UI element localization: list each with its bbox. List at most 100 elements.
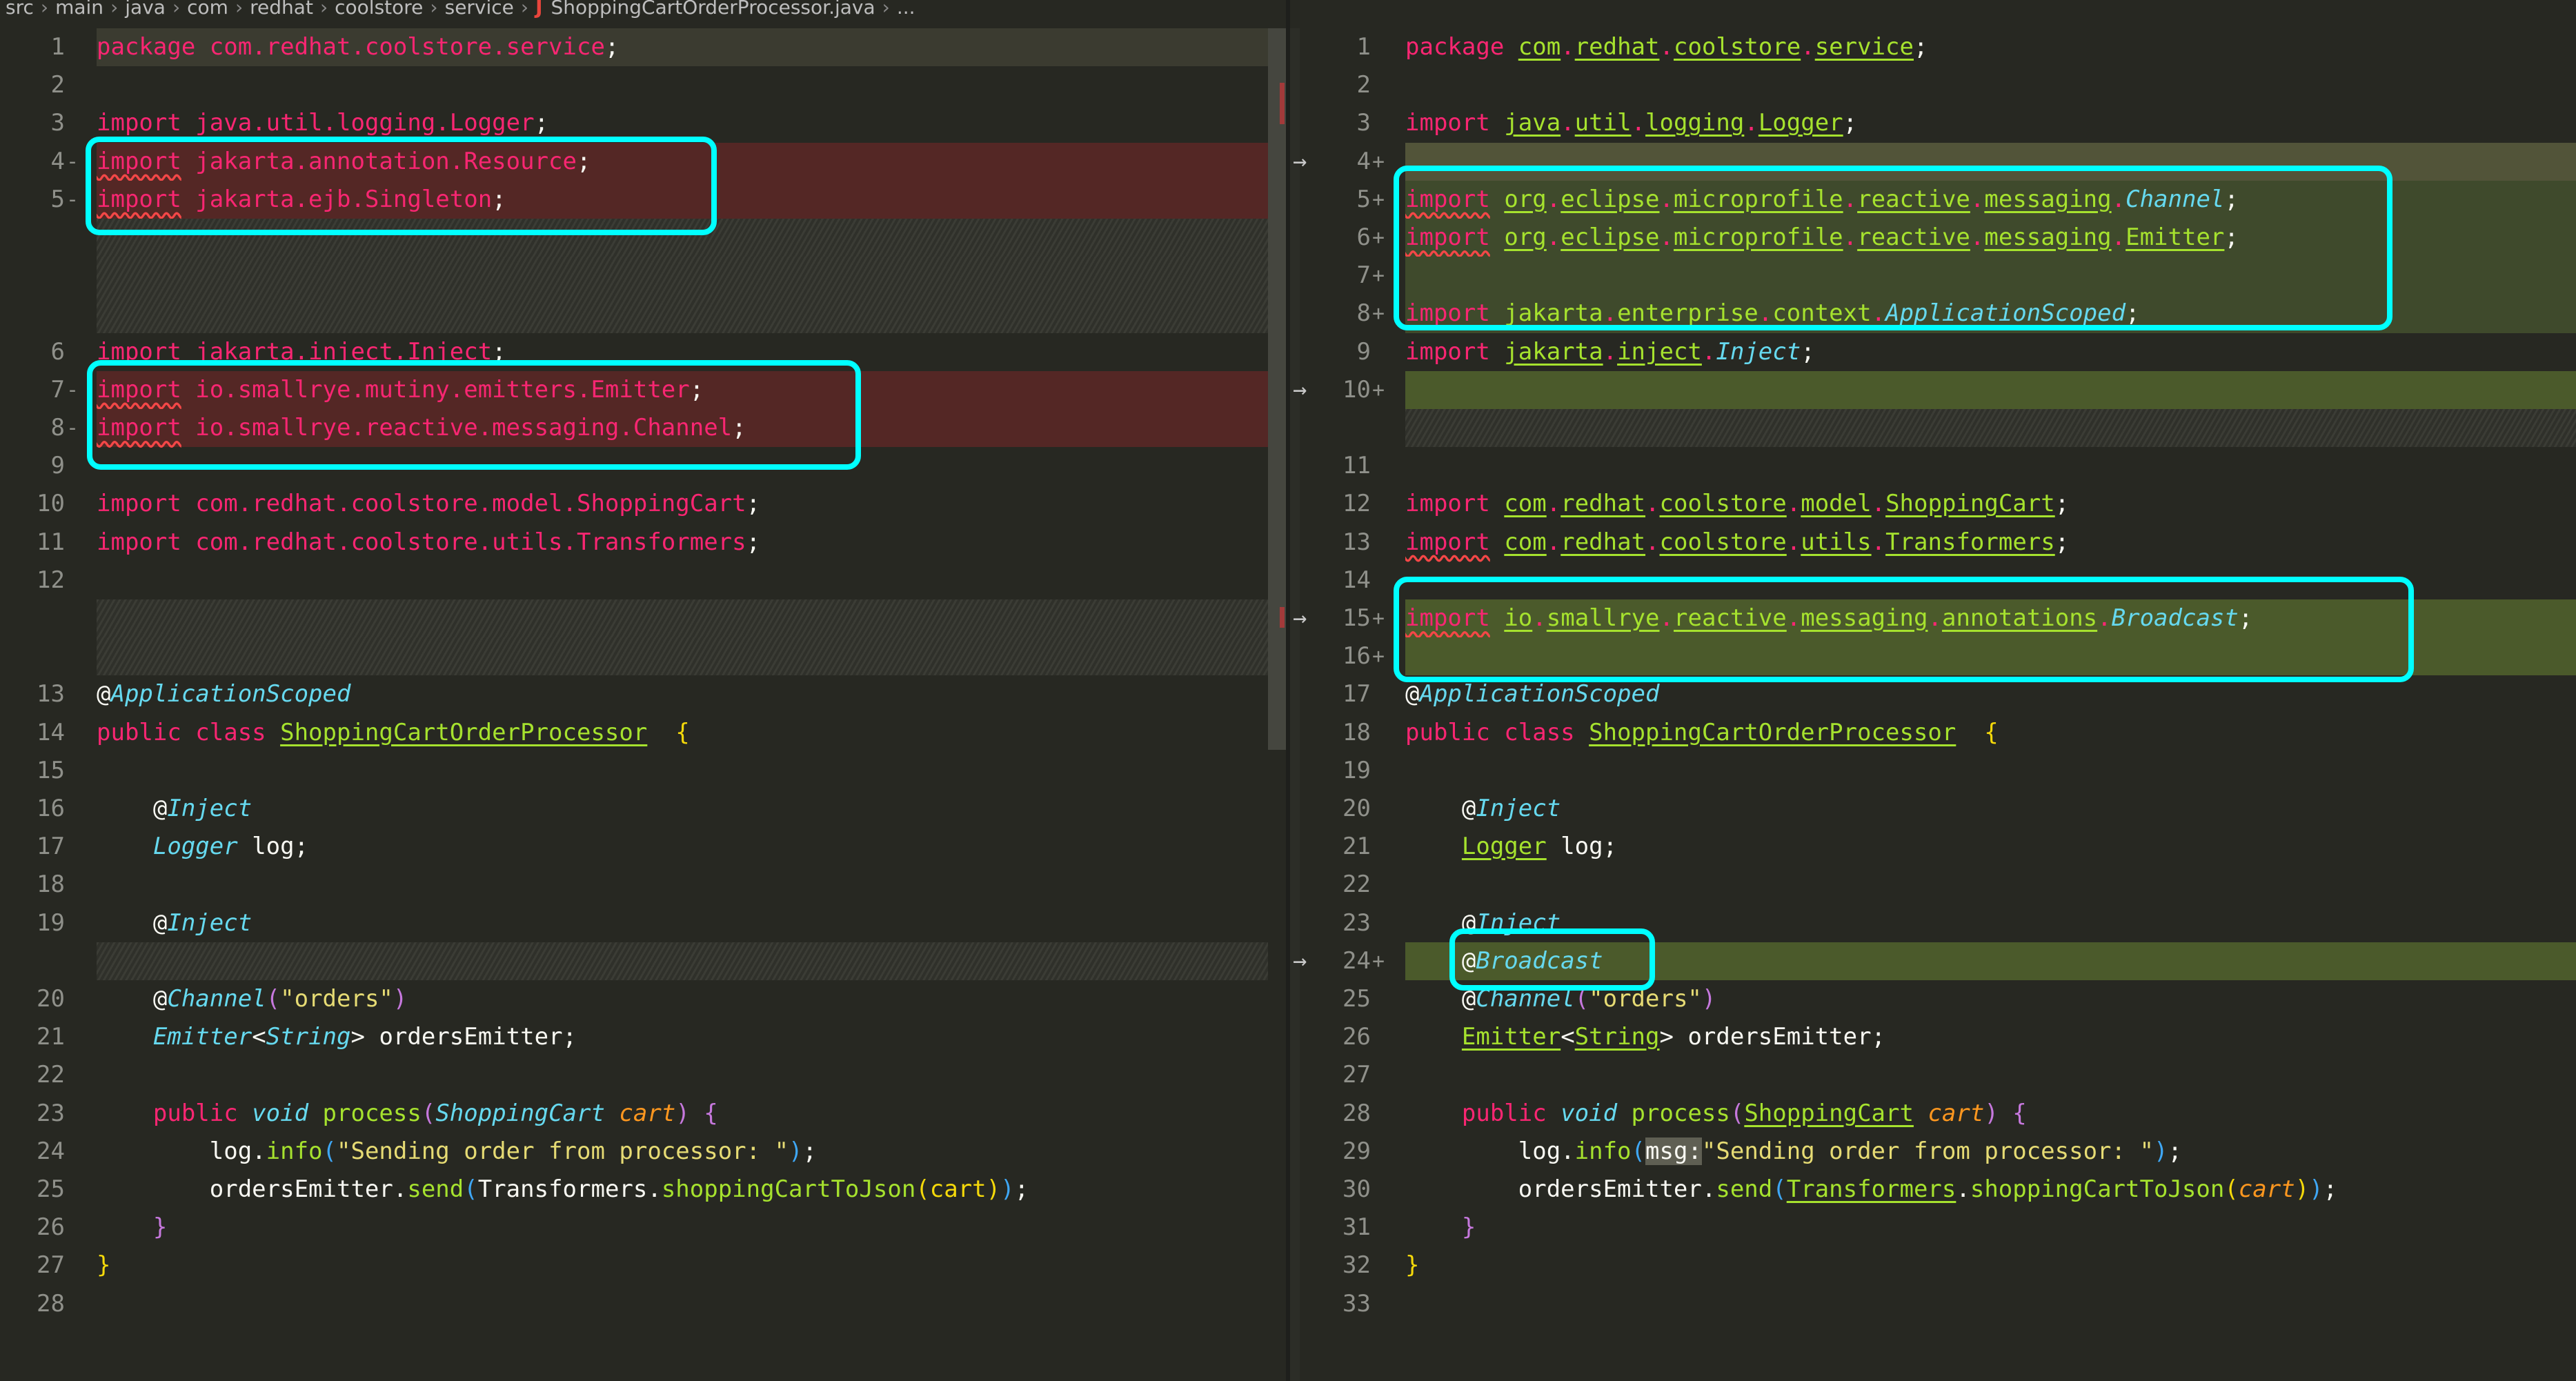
code-text[interactable]: import jakarta.inject.Inject;: [1405, 333, 1815, 371]
breadcrumb-item[interactable]: redhat: [250, 0, 313, 19]
code-text[interactable]: package com.redhat.coolstore.service;: [97, 28, 619, 66]
code-token: .: [1786, 528, 1801, 556]
added-line-marker: +: [1372, 187, 1385, 212]
code-text[interactable]: ordersEmitter.send(Transformers.shopping…: [1405, 1171, 2337, 1209]
chevron-right-icon: ›: [882, 0, 890, 19]
code-token: ): [2153, 1137, 2168, 1165]
code-text[interactable]: @ApplicationScoped: [97, 675, 350, 713]
code-token: process: [322, 1099, 422, 1127]
code-token: .: [1786, 490, 1801, 518]
code-text[interactable]: public class ShoppingCartOrderProcessor …: [97, 714, 690, 752]
overview-ruler-deletion: [1280, 607, 1285, 628]
code-text[interactable]: Logger log;: [97, 828, 308, 866]
code-text[interactable]: }: [1405, 1209, 1476, 1246]
breadcrumb-item[interactable]: coolstore: [335, 0, 423, 19]
revert-arrow-icon[interactable]: →: [1293, 371, 1307, 409]
code-text[interactable]: log.info("Sending order from processor: …: [97, 1133, 817, 1171]
breadcrumb-file[interactable]: ShoppingCartOrderProcessor.java: [551, 0, 875, 19]
code-token: package com.redhat.coolstore.service: [97, 33, 605, 61]
line-number: 11: [37, 528, 65, 556]
code-text[interactable]: }: [1405, 1246, 1419, 1284]
code-text[interactable]: package com.redhat.coolstore.service;: [1405, 28, 1928, 66]
breadcrumb-more[interactable]: ...: [897, 0, 915, 19]
code-line: 1 package com.redhat.coolstore.service;: [0, 28, 1268, 67]
code-line: 31 }: [1290, 1209, 2576, 1246]
code-token: Emitter: [152, 1023, 252, 1051]
code-token: {: [2012, 1099, 2027, 1127]
diff-filler: [0, 599, 1268, 638]
code-text[interactable]: public class ShoppingCartOrderProcessor …: [1405, 714, 1999, 752]
code-line: 14 public class ShoppingCartOrderProcesso…: [0, 714, 1268, 752]
line-number: 9: [1356, 337, 1371, 366]
code-token: ): [789, 1137, 803, 1165]
code-token: Inject: [167, 908, 252, 937]
revert-arrow-icon[interactable]: →: [1293, 599, 1307, 637]
code-token: send: [1716, 1175, 1773, 1203]
code-text[interactable]: import com.redhat.coolstore.model.Shoppi…: [1405, 485, 2069, 523]
code-token: public class: [1405, 718, 1589, 746]
code-token: ): [2309, 1175, 2324, 1203]
code-line: 27}: [0, 1246, 1268, 1284]
code-token: ;: [604, 33, 620, 61]
breadcrumb-item[interactable]: com: [187, 0, 228, 19]
code-line: 19: [1290, 752, 2576, 790]
code-text[interactable]: }: [97, 1209, 167, 1246]
code-text[interactable]: }: [97, 1246, 110, 1284]
hatch-filler: [97, 942, 1268, 980]
code-text[interactable]: public void process(ShoppingCart cart) {: [1405, 1095, 2027, 1133]
code-line: → 10 +: [1290, 370, 2576, 409]
left-scrollbar[interactable]: [1268, 28, 1286, 750]
code-token: .: [1659, 33, 1674, 61]
code-text[interactable]: Emitter<String> ordersEmitter;: [1405, 1018, 1885, 1056]
code-text[interactable]: public void process(ShoppingCart cart) {: [97, 1095, 718, 1133]
code-text[interactable]: import com.redhat.coolstore.utils.Transf…: [97, 524, 760, 562]
code-text[interactable]: @Inject: [97, 790, 252, 828]
code-text[interactable]: import com.redhat.coolstore.model.Shoppi…: [97, 485, 760, 523]
line-number: 12: [1343, 490, 1371, 518]
code-text[interactable]: import java.util.logging.Logger;: [1405, 104, 1857, 142]
code-line: 21 Emitter<String> ordersEmitter;: [0, 1018, 1268, 1056]
code-token: (: [266, 985, 281, 1013]
breadcrumb-item[interactable]: service: [445, 0, 514, 19]
breadcrumb-item[interactable]: main: [55, 0, 103, 19]
breadcrumb-item[interactable]: java: [125, 0, 166, 19]
hatch-filler: [97, 637, 1268, 676]
code-text[interactable]: ordersEmitter.send(Transformers.shopping…: [97, 1171, 1029, 1209]
code-token: .: [1744, 109, 1758, 137]
line-number: 28: [1343, 1099, 1371, 1127]
code-token: }: [97, 1213, 168, 1242]
code-token: ;: [746, 528, 761, 556]
revert-arrow-icon[interactable]: →: [1293, 143, 1307, 181]
code-text[interactable]: @Inject: [1405, 790, 1561, 828]
code-token: @: [97, 985, 168, 1013]
code-token: util: [1574, 109, 1632, 137]
code-token: import java.util.logging.Logger: [97, 109, 535, 137]
code-token: {: [704, 1099, 718, 1127]
diff-filler: [0, 942, 1268, 980]
code-text[interactable]: Logger log;: [1405, 828, 1617, 866]
added-line-marker: +: [1372, 149, 1385, 174]
code-text[interactable]: @Inject: [97, 904, 252, 942]
code-token: ;: [1801, 337, 1815, 366]
code-token: import com.redhat.coolstore.model.Shoppi…: [97, 490, 746, 518]
code-token: @: [1405, 680, 1420, 708]
code-text[interactable]: Emitter<String> ordersEmitter;: [97, 1018, 577, 1056]
breadcrumb-item[interactable]: src: [6, 0, 34, 19]
line-number: 25: [1343, 985, 1371, 1013]
code-token: .: [1546, 490, 1561, 518]
revert-arrow-icon[interactable]: →: [1293, 942, 1307, 980]
code-line: 15: [0, 752, 1268, 790]
code-text[interactable]: log.info(msg:"Sending order from process…: [1405, 1133, 2182, 1171]
code-token: }: [97, 1251, 111, 1280]
code-text[interactable]: import com.redhat.coolstore.utils.Transf…: [1405, 524, 2069, 562]
line-number: 25: [37, 1175, 65, 1203]
line-number: 3: [1356, 109, 1371, 137]
line-number: 20: [1343, 795, 1371, 822]
code-token: coolstore: [1659, 490, 1787, 518]
code-text[interactable]: @Channel("orders"): [97, 980, 408, 1018]
line-number: 23: [37, 1099, 65, 1127]
code-token: ShoppingCart: [1744, 1099, 1914, 1127]
